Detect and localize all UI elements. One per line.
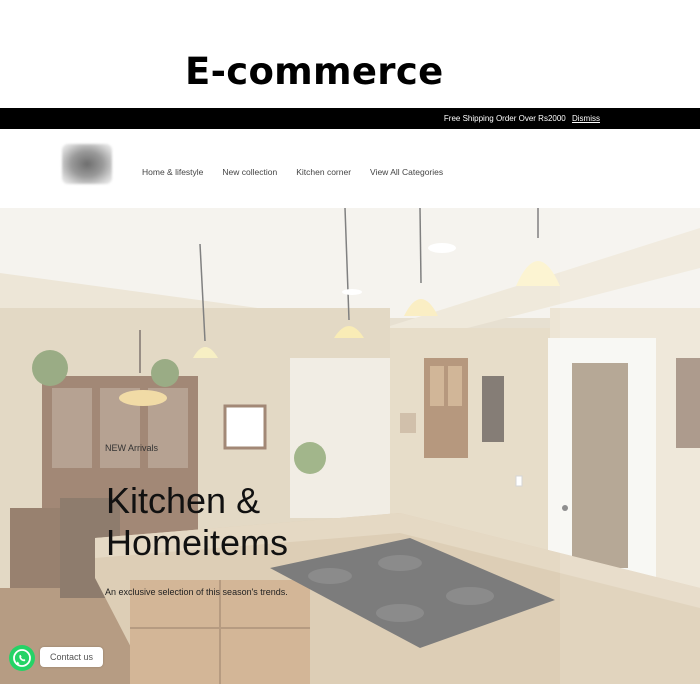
hero-banner: NEW Arrivals Kitchen & Homeitems An excl… bbox=[0, 208, 700, 684]
hero-title-line-2: Homeitems bbox=[106, 522, 289, 563]
hero-title-line-1: Kitchen & bbox=[106, 480, 261, 521]
announcement-bar: Free Shipping Order Over Rs2000 Dismiss bbox=[0, 108, 700, 129]
hero-eyebrow: NEW Arrivals bbox=[105, 443, 159, 453]
nav-item-home-lifestyle[interactable]: Home & lifestyle bbox=[142, 167, 203, 177]
page-heading-text: E-commerce bbox=[185, 50, 444, 93]
hero-subtitle: An exclusive selection of this season's … bbox=[105, 587, 288, 597]
nav-item-view-all-categories[interactable]: View All Categories bbox=[370, 167, 443, 177]
whatsapp-icon[interactable] bbox=[9, 645, 35, 671]
site-header: Home & lifestyle New collection Kitchen … bbox=[0, 129, 700, 208]
store-logo[interactable] bbox=[62, 144, 112, 184]
nav-item-new-collection[interactable]: New collection bbox=[222, 167, 277, 177]
hero-title: Kitchen & Homeitems bbox=[106, 480, 406, 564]
announcement-content: Free Shipping Order Over Rs2000 Dismiss bbox=[444, 112, 600, 125]
page-heading: E-commerce bbox=[0, 44, 700, 100]
announcement-text: Free Shipping Order Over Rs2000 bbox=[443, 114, 566, 123]
main-nav: Home & lifestyle New collection Kitchen … bbox=[142, 167, 443, 177]
dismiss-link[interactable]: Dismiss bbox=[572, 114, 600, 123]
hero-side-overlay bbox=[560, 208, 700, 684]
contact-us-button[interactable]: Contact us bbox=[40, 647, 103, 667]
nav-item-kitchen-corner[interactable]: Kitchen corner bbox=[296, 167, 351, 177]
